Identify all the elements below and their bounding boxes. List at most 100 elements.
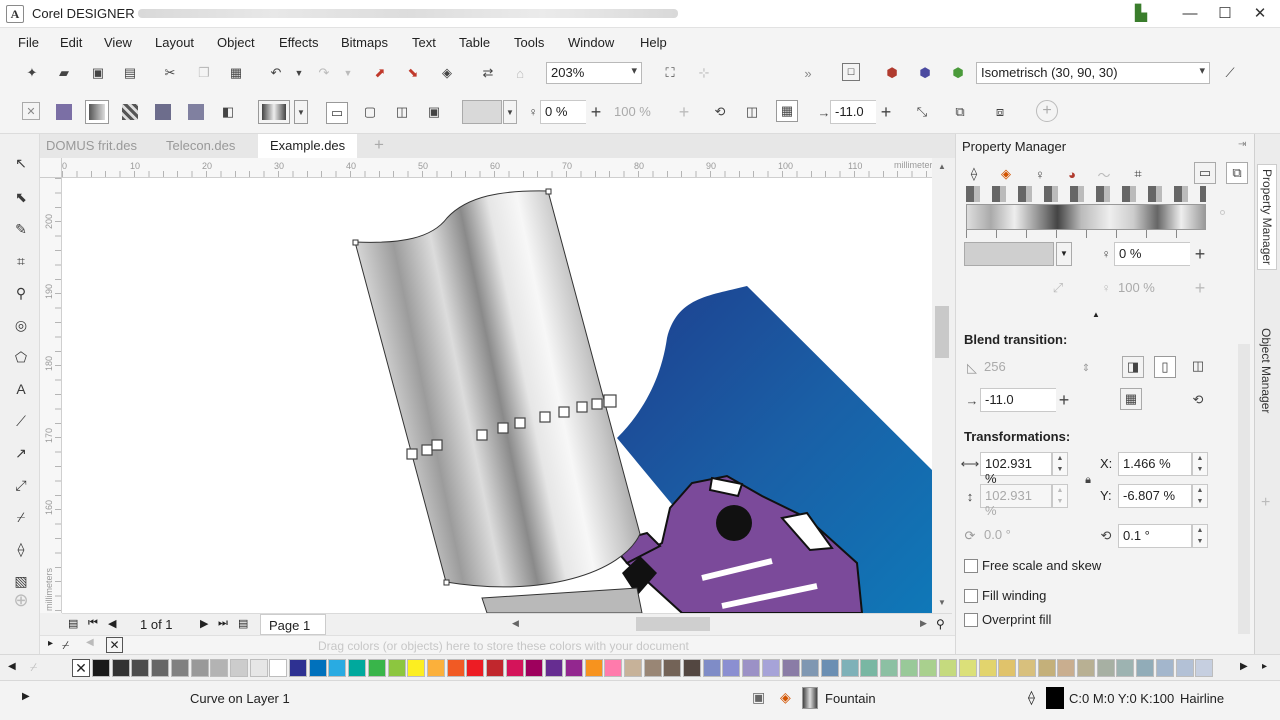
palette-menu-icon[interactable]: ▸ xyxy=(1262,661,1267,672)
rgb-blend-icon[interactable]: ▯ xyxy=(1154,356,1176,378)
bitmap-pattern-icon[interactable] xyxy=(153,102,173,122)
open-icon[interactable]: ▰ xyxy=(54,63,74,83)
free-scale-icon[interactable]: ⤡ xyxy=(912,102,932,122)
interactive-fill-icon[interactable]: ⤢ xyxy=(10,474,32,496)
snap-to-icon[interactable]: ⊹ xyxy=(694,63,714,83)
chevron-down-icon[interactable]: ▼ xyxy=(503,100,517,124)
cut-icon[interactable]: ✂ xyxy=(160,63,180,83)
palette-color-swatch[interactable] xyxy=(998,659,1017,677)
app-launcher-icon[interactable]: ⇄ xyxy=(478,63,498,83)
next-page-icon[interactable]: ▶ xyxy=(200,617,208,630)
crop-tool-icon[interactable]: ⌗ xyxy=(10,250,32,272)
eyedropper-icon[interactable]: ⌿ xyxy=(62,638,69,653)
palette-color-swatch[interactable] xyxy=(958,659,977,677)
menu-text[interactable]: Text xyxy=(412,35,436,50)
add-icon[interactable]: + xyxy=(1036,100,1058,122)
fill-preview-swatch[interactable] xyxy=(802,687,818,709)
print-icon[interactable]: ▤ xyxy=(120,63,140,83)
palette-scroll-right-icon[interactable]: ▶ xyxy=(1240,661,1248,672)
palette-color-swatch[interactable] xyxy=(210,659,229,677)
vertical-scroll-thumb[interactable] xyxy=(935,306,949,358)
palette-color-swatch[interactable] xyxy=(1017,659,1036,677)
ruler-origin[interactable] xyxy=(40,158,62,178)
menu-effects[interactable]: Effects xyxy=(279,35,319,50)
prev-page-icon[interactable]: ◀ xyxy=(108,617,116,630)
zoom-tool-icon[interactable]: ⚲ xyxy=(10,282,32,304)
outline-color-swatch[interactable] xyxy=(1046,687,1064,709)
node-color-swatch[interactable] xyxy=(964,242,1054,266)
edit-fill-icon[interactable]: ⧈ xyxy=(990,102,1010,122)
palette-color-swatch[interactable] xyxy=(308,659,327,677)
fill-view-icon[interactable]: ▭ xyxy=(1194,162,1216,184)
palette-color-swatch[interactable] xyxy=(781,659,800,677)
palette-color-swatch[interactable] xyxy=(1195,659,1214,677)
palette-color-swatch[interactable] xyxy=(1096,659,1115,677)
palette-color-swatch[interactable] xyxy=(249,659,268,677)
doc-tab-active[interactable]: Example.des xyxy=(258,134,358,158)
palette-color-swatch[interactable] xyxy=(426,659,445,677)
menu-edit[interactable]: Edit xyxy=(60,35,82,50)
palette-color-swatch[interactable] xyxy=(486,659,504,677)
add-node-icon[interactable]: + xyxy=(586,102,606,122)
palette-color-swatch[interactable] xyxy=(92,659,110,677)
redo-icon[interactable]: ↷ xyxy=(314,63,334,83)
add-tab-icon[interactable]: + xyxy=(374,135,384,155)
palette-color-swatch[interactable] xyxy=(505,659,524,677)
blend-offset-field[interactable]: -11.0 xyxy=(980,388,1056,412)
menu-tools[interactable]: Tools xyxy=(514,35,544,50)
doc-tab-2[interactable]: Telecon.des xyxy=(166,138,235,153)
full-screen-icon[interactable]: ⛶ xyxy=(660,63,680,83)
paste-icon[interactable]: ▦ xyxy=(226,63,246,83)
palette-color-swatch[interactable] xyxy=(407,659,426,677)
palette-color-swatch[interactable] xyxy=(643,659,662,677)
palette-color-swatch[interactable] xyxy=(1136,659,1155,677)
scroll-left-icon[interactable]: ◀ xyxy=(512,618,519,629)
projection-front-icon[interactable]: ⬢ xyxy=(915,63,935,83)
eyedropper-tool-icon[interactable]: ⌿ xyxy=(10,506,32,528)
fill-y-field[interactable]: -6.807 % xyxy=(1118,484,1192,508)
new-document-icon[interactable]: ✦ xyxy=(22,63,42,83)
blend-offset-field[interactable]: -11.0 xyxy=(830,100,876,124)
palette-color-swatch[interactable] xyxy=(151,659,170,677)
vector-pattern-icon[interactable] xyxy=(120,102,140,122)
fill-x-spinner[interactable]: ▲ ▼ xyxy=(1192,452,1208,476)
docker-scrollbar[interactable] xyxy=(1238,344,1250,634)
horizontal-scroll-thumb[interactable] xyxy=(636,617,710,631)
blend-steps-field[interactable]: 256 xyxy=(980,356,1064,380)
palette-color-swatch[interactable] xyxy=(229,659,248,677)
vertical-scrollbar[interactable]: ▲ ▼ xyxy=(932,158,952,613)
palette-color-swatch[interactable] xyxy=(722,659,741,677)
fill-winding-checkbox[interactable] xyxy=(964,589,978,603)
undo-icon[interactable]: ↶ xyxy=(266,63,286,83)
menu-object[interactable]: Object xyxy=(217,35,255,50)
fill-skew-field[interactable]: 0.1 ° xyxy=(1118,524,1192,548)
projection-right-icon[interactable]: ⬢ xyxy=(948,63,968,83)
office-icon[interactable]: ▙ xyxy=(1126,2,1156,26)
palette-color-swatch[interactable] xyxy=(702,659,721,677)
pick-tool-icon[interactable]: ↖ xyxy=(10,152,32,174)
rectangle-tool-icon[interactable]: ⬠ xyxy=(10,346,32,368)
hsb-blend-icon[interactable]: ◫ xyxy=(1188,356,1208,376)
fill-bucket-icon[interactable]: ◈ xyxy=(996,164,1016,184)
palette-color-swatch[interactable] xyxy=(1037,659,1056,677)
add-docker-icon[interactable]: + xyxy=(1261,494,1270,512)
chevron-down-icon[interactable]: ▼ xyxy=(1056,242,1072,266)
fill-steps-icon[interactable]: ▦ xyxy=(776,100,798,122)
palette-scroll-left-icon[interactable]: ◀ xyxy=(86,637,94,648)
fill-y-spinner[interactable]: ▲ ▼ xyxy=(1192,484,1208,508)
menu-table[interactable]: Table xyxy=(459,35,490,50)
conical-fountain-icon[interactable]: ◫ xyxy=(392,102,412,122)
menu-bitmaps[interactable]: Bitmaps xyxy=(341,35,388,50)
object-manager-tab[interactable]: Object Manager xyxy=(1257,324,1275,417)
export-icon[interactable]: ⬊ xyxy=(403,63,423,83)
uniform-fill-icon[interactable] xyxy=(54,102,74,122)
chevron-down-icon[interactable]: ▼ xyxy=(294,100,308,124)
transparency-icon[interactable]: ♀ xyxy=(1030,164,1050,184)
scroll-up-icon[interactable]: ▲ xyxy=(938,162,946,171)
fountain-preset-picker[interactable] xyxy=(258,100,290,124)
palette-color-swatch[interactable] xyxy=(269,659,288,677)
property-manager-tab[interactable]: Property Manager xyxy=(1257,164,1277,271)
palette-color-swatch[interactable] xyxy=(683,659,701,677)
texture-fill-icon[interactable]: ◧ xyxy=(218,102,238,122)
minimize-button[interactable]: — xyxy=(1175,2,1205,26)
